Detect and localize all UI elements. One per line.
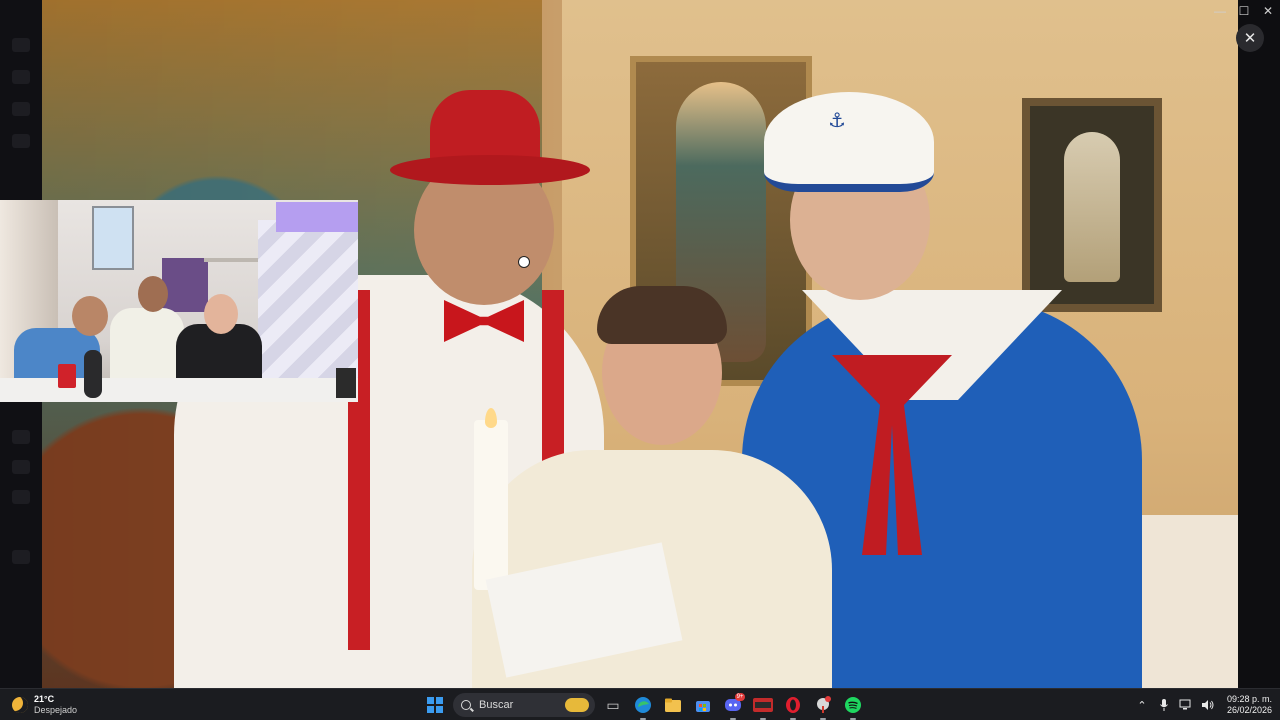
moon-icon bbox=[12, 697, 28, 713]
anchor-icon: ⚓ bbox=[828, 110, 846, 132]
red-cup bbox=[58, 364, 76, 388]
weather-temperature: 21°C bbox=[34, 694, 55, 704]
streamer-middle-face bbox=[138, 276, 168, 312]
spotify-icon[interactable] bbox=[841, 693, 865, 720]
search-highlight-icon bbox=[565, 698, 589, 712]
chevron-up-icon[interactable]: ⌃ bbox=[1135, 698, 1149, 712]
mug bbox=[336, 368, 356, 398]
minimize-button[interactable]: — bbox=[1208, 0, 1232, 22]
taskbar-search[interactable]: Buscar bbox=[453, 693, 595, 717]
app-ghost-icon bbox=[12, 70, 30, 84]
folder-icon[interactable] bbox=[661, 693, 685, 717]
windows-logo-icon bbox=[427, 697, 443, 713]
app-ghost-icon bbox=[12, 38, 30, 52]
maximize-button[interactable]: ☐ bbox=[1232, 0, 1256, 22]
store-icon[interactable] bbox=[691, 693, 715, 717]
divine-mercy-painting bbox=[1022, 98, 1162, 312]
app-ghost-icon bbox=[12, 460, 30, 474]
sailor-hat bbox=[764, 92, 934, 192]
background-app-right bbox=[1238, 0, 1280, 688]
weather-condition: Despejado bbox=[34, 705, 78, 715]
streamer-left-face bbox=[72, 296, 108, 336]
taskbar-apps: Buscar ▭ 9+ bbox=[423, 692, 865, 720]
discord-icon[interactable]: 9+ bbox=[721, 693, 745, 720]
boy-hair bbox=[597, 286, 727, 344]
close-window-button[interactable]: ✕ bbox=[1256, 0, 1280, 22]
app-ghost-icon bbox=[12, 430, 30, 444]
weather-widget[interactable]: 21°C Despejado bbox=[12, 693, 77, 717]
start-button[interactable] bbox=[423, 693, 447, 717]
microphone-icon[interactable] bbox=[1157, 698, 1171, 712]
wall-poster bbox=[162, 258, 208, 312]
clock[interactable]: 09:28 p. m. 26/02/2026 bbox=[1227, 694, 1272, 716]
search-icon bbox=[461, 700, 471, 710]
app-ghost-icon bbox=[12, 102, 30, 116]
candle-flame bbox=[485, 408, 497, 428]
system-tray: ⌃ 09:28 p. m. 26/02/2026 bbox=[1135, 692, 1272, 718]
app-ghost-icon bbox=[12, 550, 30, 564]
microphone bbox=[84, 350, 102, 398]
clock-date: 26/02/2026 bbox=[1226, 705, 1272, 715]
shelf bbox=[204, 258, 260, 262]
clock-time: 09:28 p. m. bbox=[1226, 694, 1272, 704]
app-ghost-icon bbox=[12, 490, 30, 504]
close-viewer-button[interactable]: ✕ bbox=[1236, 24, 1264, 52]
taskbar: 21°C Despejado Buscar ▭ 9+ ⌃ 09:28 p. m.… bbox=[0, 688, 1280, 720]
led-light bbox=[276, 202, 358, 232]
desk bbox=[0, 378, 358, 402]
task-view-icon[interactable]: ▭ bbox=[601, 693, 625, 717]
network-icon[interactable] bbox=[1179, 698, 1193, 712]
red-fedora-hat bbox=[390, 90, 590, 195]
opera-icon[interactable] bbox=[781, 693, 805, 720]
streamer-middle bbox=[110, 308, 184, 384]
window-controls: — ☐ ✕ bbox=[1190, 0, 1280, 22]
wall-poster bbox=[92, 206, 134, 270]
search-placeholder: Buscar bbox=[479, 699, 514, 711]
mouse-cursor bbox=[518, 256, 530, 268]
edge-icon[interactable] bbox=[631, 693, 655, 720]
app-ghost-icon bbox=[12, 134, 30, 148]
app-icon[interactable] bbox=[811, 693, 835, 720]
kick-icon[interactable] bbox=[751, 693, 775, 720]
volume-icon[interactable] bbox=[1201, 698, 1215, 712]
streamer-right-face bbox=[204, 294, 238, 334]
candle bbox=[474, 420, 508, 590]
discord-badge: 9+ bbox=[735, 693, 745, 701]
webcam-overlay bbox=[0, 200, 358, 402]
